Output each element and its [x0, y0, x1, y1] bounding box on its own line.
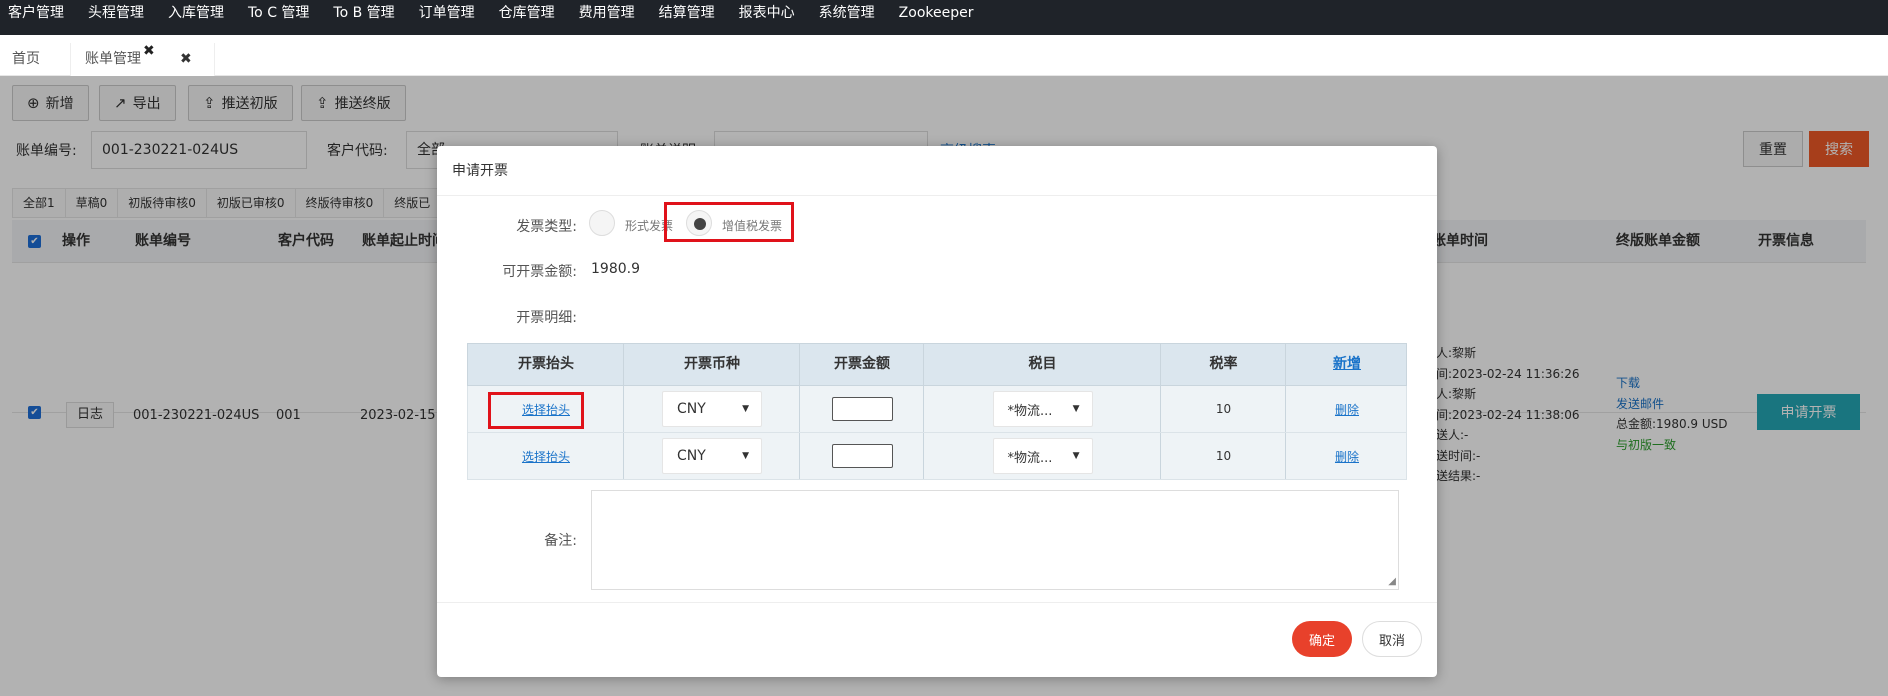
column-divider — [1160, 344, 1161, 385]
dialog-title: 申请开票 — [437, 146, 1437, 196]
column-divider — [923, 433, 924, 479]
col-add: 新增 — [1286, 344, 1408, 385]
top-navigation: 客户管理 头程管理 入库管理 To C 管理 To B 管理 订单管理 仓库管理… — [0, 0, 1888, 35]
nav-inbound[interactable]: 入库管理 — [160, 0, 240, 35]
col-currency: 开票币种 — [684, 356, 740, 372]
tax-rate-value: 10 — [1215, 449, 1232, 463]
column-divider — [623, 386, 624, 432]
nav-first-leg[interactable]: 头程管理 — [80, 0, 160, 35]
tab-close-icon[interactable]: ✖ — [143, 35, 155, 68]
column-divider — [1285, 386, 1286, 432]
column-divider — [799, 344, 800, 385]
remark-textarea[interactable]: ◢ — [591, 490, 1399, 590]
column-divider — [923, 386, 924, 432]
column-divider — [1285, 433, 1286, 479]
add-row-link[interactable]: 新增 — [1333, 356, 1361, 372]
invoiceable-amount-value: 1980.9 — [591, 261, 640, 277]
nav-system[interactable]: 系统管理 — [811, 0, 891, 35]
confirm-button[interactable]: 确定 — [1292, 621, 1352, 657]
invoice-type-label: 发票类型: — [516, 219, 577, 235]
tab-home[interactable]: 首页 — [12, 43, 40, 76]
column-divider — [923, 344, 924, 385]
currency-value: CNY — [677, 448, 706, 464]
apply-invoice-dialog: 申请开票 发票类型: 形式发票 增值税发票 可开票金额: 1980.9 开票明细… — [437, 146, 1437, 677]
close-all-tabs-icon[interactable]: ✖ — [180, 43, 192, 76]
tax-item-value: *物流... — [1007, 450, 1053, 466]
delete-row-link[interactable]: 删除 — [1335, 448, 1359, 465]
col-invoice-title: 开票抬头 — [518, 356, 574, 372]
nav-to-c[interactable]: To C 管理 — [240, 0, 325, 35]
column-divider — [1160, 386, 1161, 432]
currency-select[interactable]: CNY ▼ — [662, 438, 762, 474]
caret-down-icon: ▼ — [742, 451, 749, 461]
page-tabs: 首页 账单管理 ✖ ✖ — [0, 35, 1888, 76]
resize-handle-icon[interactable]: ◢ — [1388, 576, 1396, 587]
column-divider — [623, 433, 624, 479]
nav-warehouse[interactable]: 仓库管理 — [491, 0, 571, 35]
delete-row-link[interactable]: 删除 — [1335, 401, 1359, 418]
column-divider — [799, 433, 800, 479]
remark-label: 备注: — [544, 533, 577, 549]
cancel-button[interactable]: 取消 — [1362, 621, 1422, 657]
highlight-box — [664, 202, 794, 242]
radio-formal-invoice[interactable] — [589, 210, 615, 236]
nav-customer[interactable]: 客户管理 — [0, 0, 80, 35]
nav-zookeeper[interactable]: Zookeeper — [891, 0, 990, 35]
tax-item-select[interactable]: *物流... ▼ — [992, 438, 1093, 474]
caret-down-icon: ▼ — [742, 404, 749, 414]
invoice-detail-header: 开票抬头 开票币种 开票金额 税目 税率 新增 — [467, 343, 1407, 386]
col-amount: 开票金额 — [834, 356, 890, 372]
nav-orders[interactable]: 订单管理 — [411, 0, 491, 35]
amount-input[interactable] — [831, 444, 893, 468]
invoice-detail-row: 选择抬头 CNY ▼ *物流... ▼ 10 删除 — [467, 433, 1407, 480]
amount-input[interactable] — [831, 397, 893, 421]
col-tax-rate: 税率 — [1209, 356, 1238, 372]
tax-item-select[interactable]: *物流... ▼ — [992, 391, 1093, 427]
column-divider — [1285, 344, 1286, 385]
tab-bill-management[interactable]: 账单管理 ✖ — [70, 43, 215, 76]
tax-item-value: *物流... — [1007, 403, 1053, 419]
column-divider — [623, 344, 624, 385]
select-title-link[interactable]: 选择抬头 — [522, 448, 570, 465]
col-tax-item: 税目 — [1028, 356, 1057, 372]
invoice-detail-row: 选择抬头 CNY ▼ *物流... ▼ 10 删除 — [467, 386, 1407, 433]
invoiceable-amount-label: 可开票金额: — [502, 264, 577, 280]
currency-select[interactable]: CNY ▼ — [662, 391, 762, 427]
tax-rate-value: 10 — [1215, 402, 1232, 416]
nav-reports[interactable]: 报表中心 — [731, 0, 811, 35]
column-divider — [799, 386, 800, 432]
nav-fees[interactable]: 费用管理 — [571, 0, 651, 35]
invoice-detail-label: 开票明细: — [516, 310, 577, 326]
highlight-box — [488, 392, 584, 429]
column-divider — [1160, 433, 1161, 479]
nav-settlement[interactable]: 结算管理 — [651, 0, 731, 35]
currency-value: CNY — [677, 401, 706, 417]
caret-down-icon: ▼ — [1072, 404, 1080, 414]
tab-bill-label: 账单管理 — [85, 51, 141, 67]
nav-to-b[interactable]: To B 管理 — [325, 0, 410, 35]
caret-down-icon: ▼ — [1072, 451, 1080, 461]
dialog-footer-divider — [437, 602, 1437, 603]
